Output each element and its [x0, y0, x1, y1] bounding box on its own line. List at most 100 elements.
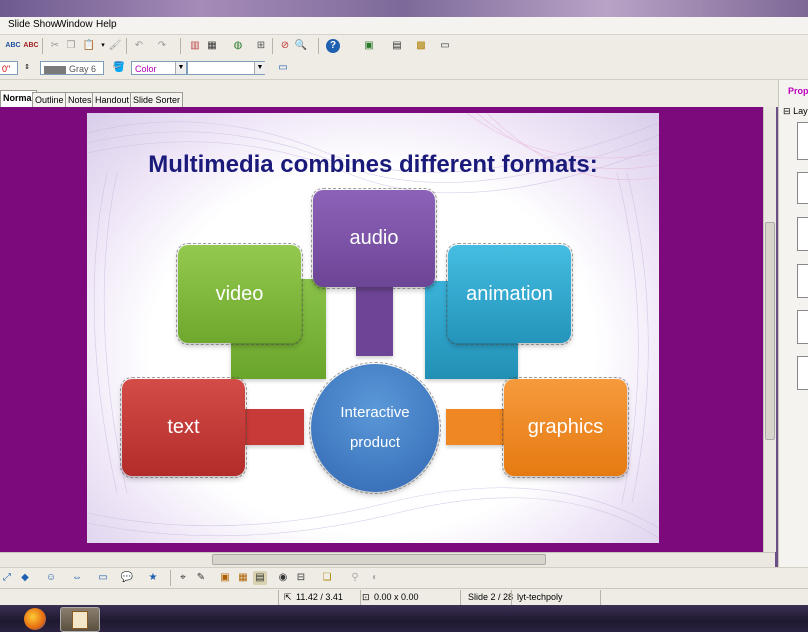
arrange-icon[interactable]: ❏ — [320, 571, 334, 585]
status-divider — [600, 590, 601, 605]
line-and-filling-toolbar: 0" ⇕ Gray 6 🪣 Color ▼ ▼ ▭ — [0, 57, 808, 80]
collapse-icon: ⊟ — [783, 106, 791, 116]
menu-window[interactable]: Window — [57, 19, 93, 30]
status-divider — [511, 590, 512, 605]
slide-layout-icon[interactable]: ▤ — [390, 39, 404, 53]
text-connector — [241, 409, 304, 445]
slide-icon[interactable]: ▣ — [362, 39, 376, 53]
undo-icon[interactable]: ↶ — [132, 39, 146, 53]
layout-thumbnail[interactable] — [797, 356, 808, 390]
tab-slide-sorter[interactable]: Slide Sorter — [130, 92, 184, 107]
firefox-icon[interactable] — [24, 608, 46, 630]
block-arrows-icon[interactable]: ⇔ — [70, 571, 84, 585]
line-arrow-icon[interactable]: ⤢ — [0, 571, 14, 585]
status-divider — [278, 590, 279, 605]
graphics-box[interactable]: graphics — [502, 377, 629, 478]
toolbar-separator — [126, 38, 127, 54]
status-bar: ⇱ 11.42 / 3.41 ⊡ 0.00 x 0.00 Slide 2 / 2… — [0, 588, 808, 606]
table-icon[interactable]: ▦ — [205, 39, 219, 53]
animation-box[interactable]: animation — [446, 243, 573, 345]
gallery-icon[interactable]: ▦ — [236, 571, 250, 585]
horizontal-scroll-thumb[interactable] — [212, 554, 546, 565]
slide-canvas[interactable]: Multimedia combines different formats: a… — [87, 113, 659, 543]
tab-outline[interactable]: Outline — [32, 92, 67, 107]
symbol-shapes-icon[interactable]: ☺ — [44, 571, 58, 585]
toolbar-separator — [42, 38, 43, 54]
spellcheck-icon[interactable]: ABC — [5, 39, 20, 53]
line-color-label: Gray 6 — [69, 64, 97, 74]
audio-box[interactable]: audio — [311, 188, 437, 289]
toggle-extrusion-icon[interactable]: ◐ — [368, 571, 382, 585]
line-width-field[interactable]: 0" — [0, 61, 18, 75]
stars-icon[interactable]: ★ — [146, 571, 160, 585]
layout-thumbnail[interactable] — [797, 172, 808, 204]
show-draw-functions-icon[interactable]: ⊘ — [278, 39, 292, 53]
tab-handout[interactable]: Handout — [92, 92, 133, 107]
zoom-icon[interactable]: 🔍 — [294, 39, 308, 53]
redo-icon[interactable]: ↷ — [155, 39, 169, 53]
cut-icon[interactable]: ✂ — [48, 39, 62, 53]
impress-taskbar-button[interactable] — [60, 607, 100, 632]
slide-design-icon[interactable]: ▩ — [414, 39, 428, 53]
layout-thumbnail[interactable] — [797, 310, 808, 344]
audio-connector — [356, 283, 393, 356]
line-color-field[interactable]: Gray 6 — [40, 61, 104, 75]
extrusion-icon[interactable]: ▤ — [253, 571, 267, 585]
copy-icon[interactable]: ❐ — [64, 39, 78, 53]
callouts-icon[interactable]: 💬 — [120, 571, 134, 585]
center-label-line1: Interactive — [340, 404, 410, 421]
grid-icon[interactable]: ⊞ — [254, 39, 268, 53]
autospellcheck-icon[interactable]: ABC — [23, 39, 38, 53]
navigator-icon[interactable]: ◍ — [231, 39, 245, 53]
layout-thumbnail[interactable] — [797, 217, 808, 251]
glue-points-icon[interactable]: ⚲ — [348, 571, 362, 585]
align-icon[interactable]: ⊟ — [294, 571, 308, 585]
effects-icon[interactable]: ◉ — [276, 571, 290, 585]
points-icon[interactable]: ⌖ — [176, 571, 190, 585]
chart-icon[interactable]: ▥ — [188, 39, 202, 53]
position-icon: ⇱ — [284, 592, 292, 602]
shadow-icon[interactable]: ▭ — [276, 61, 290, 75]
size-icon: ⊡ — [362, 592, 370, 602]
standard-toolbar: ABC ABC ✂ ❐ 📋 ▾ 🖌 ↶ ↷ ▥ ▦ ◍ ⊞ ⊘ 🔍 ? ▣ ▤ … — [0, 35, 808, 58]
layout-name: lyt-techpoly — [517, 592, 563, 602]
graphics-connector — [446, 409, 509, 445]
slide-show-icon[interactable]: ▭ — [438, 39, 452, 53]
taskbar — [0, 605, 808, 632]
text-box[interactable]: text — [120, 377, 247, 478]
paste-icon[interactable]: 📋 — [82, 39, 96, 53]
gray-swatch — [44, 65, 66, 74]
layouts-section[interactable]: ⊟ Lay — [783, 106, 808, 117]
layout-thumbnail[interactable] — [797, 122, 808, 160]
menu-slide-show[interactable]: Slide Show — [8, 19, 58, 30]
tab-notes[interactable]: Notes — [65, 92, 95, 107]
vertical-scroll-thumb[interactable] — [765, 222, 775, 440]
from-file-icon[interactable]: ▣ — [218, 571, 232, 585]
toolbar-separator — [180, 38, 181, 54]
help-icon[interactable]: ? — [326, 39, 340, 53]
impress-icon — [72, 611, 88, 629]
slide-counter: Slide 2 / 28 — [468, 592, 514, 602]
center-label-line2: product — [349, 434, 401, 451]
drawing-toolbar: ⤢ ◆ ☺ ⇔ ▭ 💬 ★ ⌖ ✎ ▣ ▦ ▤ ◉ ⊟ ❏ ⚲ ◐ — [0, 567, 808, 589]
layout-thumbnail[interactable] — [797, 264, 808, 298]
position-readout: 11.42 / 3.41 — [296, 592, 343, 602]
size-readout: 0.00 x 0.00 — [374, 592, 419, 602]
area-fill-dropdown-icon[interactable]: ▼ — [254, 62, 265, 74]
clone-formatting-icon[interactable]: 🖌 — [108, 39, 122, 53]
menu-help[interactable]: Help — [96, 19, 117, 30]
slide-title[interactable]: Multimedia combines different formats: — [87, 151, 659, 179]
basic-shapes-icon[interactable]: ◆ — [18, 571, 32, 585]
window-title-bar — [0, 0, 808, 17]
toolbar-separator — [318, 38, 319, 54]
video-box[interactable]: video — [176, 243, 303, 345]
status-divider — [460, 590, 461, 605]
line-width-spinner-icon[interactable]: ⇕ — [20, 61, 34, 75]
toolbar-separator — [272, 38, 273, 54]
area-icon[interactable]: 🪣 — [112, 61, 126, 75]
interactive-product-circle[interactable]: Interactive product — [309, 362, 441, 494]
fontwork-icon[interactable]: ✎ — [194, 571, 208, 585]
area-style-dropdown-icon[interactable]: ▼ — [175, 62, 186, 74]
properties-panel: Prope ⊟ Lay — [778, 80, 808, 567]
flowchart-icon[interactable]: ▭ — [96, 571, 110, 585]
